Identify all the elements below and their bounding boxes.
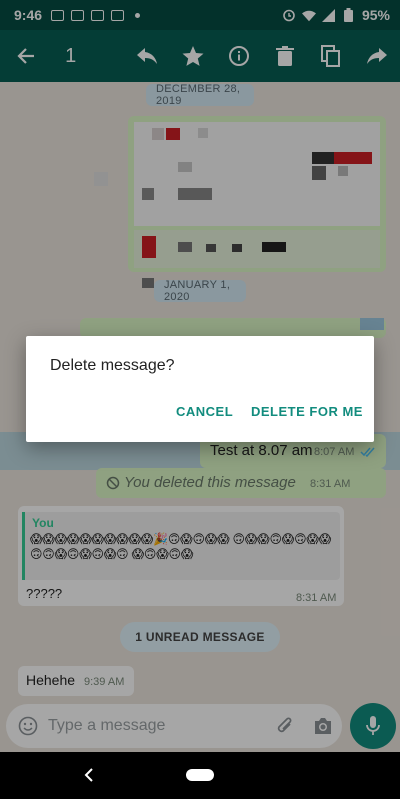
message-time: 8:31 AM xyxy=(310,478,351,490)
selected-count: 1 xyxy=(65,44,77,67)
arrow-left-icon xyxy=(16,48,34,64)
pixel-block xyxy=(166,128,180,140)
status-bar: 9:46 95% xyxy=(0,0,400,30)
pixel-block xyxy=(142,278,154,288)
delete-for-me-button[interactable]: DELETE FOR ME xyxy=(251,404,363,419)
pixel-block xyxy=(206,244,216,252)
blocked-icon xyxy=(106,476,120,490)
pixel-block xyxy=(338,166,348,176)
quoted-message[interactable]: You 😱😱😱😱😱😱😱😱😱😱🎉🙃😱🙃😱😱 🙃😱😱🙃😱🙃😱😱🙃🙃😱🙃😱🙃😱🙃 😱🙃… xyxy=(22,512,340,580)
pixel-block xyxy=(142,188,154,200)
cancel-button[interactable]: CANCEL xyxy=(176,404,233,419)
camera-icon xyxy=(315,718,331,734)
nav-home-pill[interactable] xyxy=(186,769,214,781)
voice-record-button[interactable] xyxy=(350,703,396,749)
image-message[interactable] xyxy=(80,318,386,338)
chevron-left-icon xyxy=(84,768,93,782)
image-message[interactable] xyxy=(94,116,386,288)
copy-button[interactable] xyxy=(308,30,354,82)
pixel-block xyxy=(142,236,156,258)
pixel-block xyxy=(178,242,192,252)
quote-author: You xyxy=(32,516,54,530)
message-text: Test at 8.07 am xyxy=(210,442,313,459)
info-button[interactable] xyxy=(216,30,262,82)
date-chip: JANUARY 1, 2020 xyxy=(154,279,246,303)
pixel-block xyxy=(360,318,384,330)
date-chip: DECEMBER 28, 2019 xyxy=(146,83,254,107)
message-input-bar: Type a message xyxy=(6,704,342,748)
wifi-icon xyxy=(301,9,316,21)
message-time: 9:39 AM xyxy=(84,676,125,688)
pixel-block xyxy=(312,166,326,180)
reply-button[interactable] xyxy=(124,30,170,82)
microphone-icon xyxy=(366,716,380,735)
delete-button[interactable] xyxy=(262,30,308,82)
quote-bar xyxy=(22,512,25,580)
trash-icon xyxy=(276,46,294,66)
back-button[interactable] xyxy=(0,30,51,82)
paperclip-icon xyxy=(277,717,292,733)
message-notification-icon xyxy=(110,9,124,21)
double-check-icon xyxy=(360,447,375,457)
signal-icon xyxy=(322,8,336,22)
message-text: Hehehe xyxy=(26,672,76,688)
more-notifications-icon xyxy=(130,9,144,21)
emoji-icon xyxy=(18,716,38,736)
message-time: 8:31 AM xyxy=(296,592,337,604)
delete-message-dialog: Delete message? CANCEL DELETE FOR ME xyxy=(26,336,374,442)
pixel-block xyxy=(232,244,242,252)
lr-notification-icon xyxy=(70,9,84,21)
reply-icon xyxy=(137,48,157,64)
pixel-block xyxy=(178,188,212,200)
pixel-block xyxy=(152,128,164,140)
system-navigation-bar xyxy=(0,752,400,799)
pixel-block xyxy=(312,152,334,164)
emoji-button[interactable] xyxy=(8,716,48,736)
battery-icon xyxy=(342,8,356,22)
message-time: 8:07 AM xyxy=(314,446,355,458)
deleted-message-text: You deleted this message xyxy=(124,474,296,491)
pixel-block xyxy=(334,152,372,164)
reply-message-bubble[interactable]: You 😱😱😱😱😱😱😱😱😱😱🎉🙃😱🙃😱😱 🙃😱😱🙃😱🙃😱😱🙃🙃😱🙃😱🙃😱🙃 😱🙃… xyxy=(18,506,344,606)
forward-icon xyxy=(367,48,387,64)
selection-action-bar: 1 xyxy=(0,30,400,82)
image-notification-icon xyxy=(50,9,64,21)
info-icon xyxy=(229,46,249,66)
deleted-message-bubble[interactable]: You deleted this message 8:31 AM xyxy=(96,468,386,498)
pixel-block xyxy=(198,128,208,138)
unread-chip: 1 UNREAD MESSAGE xyxy=(120,622,280,652)
copy-icon xyxy=(321,45,340,67)
quote-emojis: 😱😱😱😱😱😱😱😱😱😱🎉🙃😱🙃😱😱 🙃😱😱🙃😱🙃😱😱🙃🙃😱🙃😱🙃😱🙃 😱🙃😱🙃😱 xyxy=(30,532,332,561)
pixel-block xyxy=(262,242,286,252)
pixel-block xyxy=(94,172,108,186)
attach-button[interactable] xyxy=(266,715,304,737)
battery-level: 95% xyxy=(361,7,390,23)
message-input[interactable]: Type a message xyxy=(48,717,266,735)
forward-button[interactable] xyxy=(354,30,400,82)
pixel-block xyxy=(178,162,192,172)
news-notification-icon xyxy=(90,9,104,21)
star-icon xyxy=(182,46,204,66)
message-text: ????? xyxy=(26,586,63,601)
alarm-icon xyxy=(282,9,296,22)
pixelated-image-bottom xyxy=(134,230,380,268)
camera-button[interactable] xyxy=(304,717,342,735)
dialog-title: Delete message? xyxy=(50,357,175,374)
message-bubble-hehehe[interactable]: Hehehe 9:39 AM xyxy=(18,666,134,696)
nav-back-button[interactable] xyxy=(80,766,98,784)
star-button[interactable] xyxy=(170,30,216,82)
status-time: 9:46 xyxy=(14,7,43,23)
